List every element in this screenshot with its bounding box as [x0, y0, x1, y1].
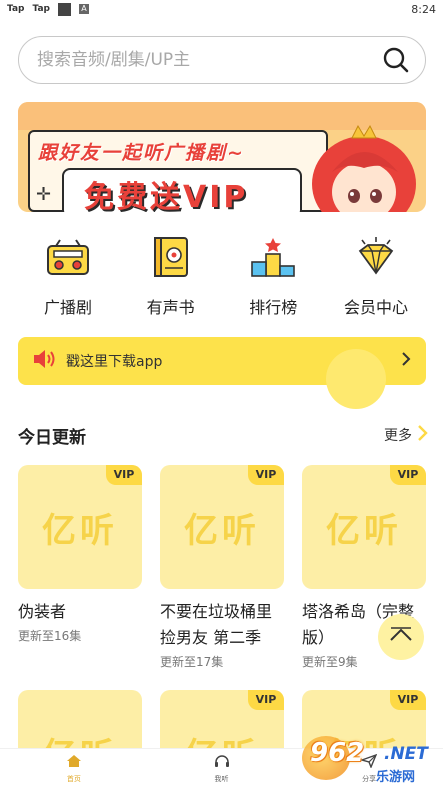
chevron-up-icon [388, 627, 414, 647]
program-episodes: 更新至16集 [18, 629, 82, 643]
status-app-tap-1: Tap [7, 4, 25, 14]
tab-my-listening[interactable]: 我听 [148, 749, 296, 788]
home-icon [66, 753, 82, 772]
program-cover[interactable]: 亿听 VIP [18, 465, 142, 589]
category-radio-drama[interactable]: 广播剧 [18, 228, 118, 318]
status-app-tap-2: Tap [32, 4, 51, 14]
vip-badge: VIP [390, 690, 426, 710]
radio-icon [45, 234, 91, 280]
chevron-right-icon [400, 351, 412, 371]
search-icon[interactable] [381, 45, 411, 75]
more-link[interactable]: 更多 [384, 425, 412, 445]
tab-label: 首页 [66, 775, 81, 783]
today-updates-header: 今日更新 更多 [18, 422, 428, 448]
program-title[interactable]: 不要在垃圾桶里捡男友 第二季 [160, 599, 284, 651]
tab-home[interactable]: 首页 [0, 749, 148, 788]
program-card[interactable]: 亿听 VIP 伪装者 更新至16集 [18, 465, 142, 644]
category-vip-center[interactable]: 会员中心 [326, 228, 426, 318]
search-input[interactable] [37, 50, 381, 70]
category-label: 会员中心 [343, 298, 408, 317]
category-ranking[interactable]: 排行榜 [223, 228, 323, 318]
banner-main-text: 免费送VIP [84, 180, 249, 212]
vip-badge: VIP [248, 465, 284, 485]
podium-icon [250, 234, 296, 280]
search-bar[interactable] [18, 36, 426, 84]
diamond-icon [353, 234, 399, 280]
vip-badge: VIP [390, 465, 426, 485]
anime-girl-illustration [312, 124, 416, 212]
program-title[interactable]: 伪装者 [18, 599, 142, 625]
category-audiobook[interactable]: 有声书 [121, 228, 221, 318]
sparkle-icon: ✛ [36, 184, 52, 205]
category-label: 广播剧 [43, 298, 92, 317]
category-row: 广播剧 有声书 排行榜 会员中心 [18, 228, 426, 318]
speaker-icon [32, 348, 56, 374]
site-watermark: 962 .NET 乐游网 [302, 736, 438, 786]
tab-label: 我听 [214, 775, 229, 783]
promo-banner[interactable]: 跟好友一起听广播剧~ 免费送VIP ✛ [18, 102, 426, 212]
watermark-number: 962 [310, 738, 365, 768]
category-label: 排行榜 [249, 298, 298, 317]
watermark-site-name: 乐游网 [376, 770, 416, 785]
audiobook-icon [148, 234, 194, 280]
banner-title: 跟好友一起听广播剧~ [38, 142, 245, 164]
status-square-icon [58, 2, 71, 16]
download-bar-decoration [326, 349, 386, 409]
vip-badge: VIP [106, 465, 142, 485]
program-card[interactable]: 亿听 VIP 不要在垃圾桶里捡男友 第二季 更新至17集 [160, 465, 284, 670]
status-bar: Tap Tap A 8:24 [0, 0, 443, 18]
watermark-net: .NET [384, 744, 428, 764]
status-time: 8:24 [411, 2, 436, 16]
chevron-right-icon[interactable] [416, 424, 428, 446]
section-title: 今日更新 [18, 427, 86, 448]
program-cover[interactable]: 亿听 VIP [160, 465, 284, 589]
scroll-to-top-button[interactable] [378, 614, 424, 660]
headphones-icon [214, 753, 230, 772]
program-episodes: 更新至17集 [160, 655, 224, 669]
cover-logo-text: 亿听 [326, 510, 402, 551]
download-app-bar[interactable]: 戳这里下载app [18, 337, 426, 409]
category-label: 有声书 [146, 298, 195, 317]
program-cover[interactable]: 亿听 VIP [302, 465, 426, 589]
cover-logo-text: 亿听 [42, 510, 118, 551]
cover-logo-text: 亿听 [184, 510, 260, 551]
vip-badge: VIP [248, 690, 284, 710]
status-a-icon: A [79, 4, 89, 14]
